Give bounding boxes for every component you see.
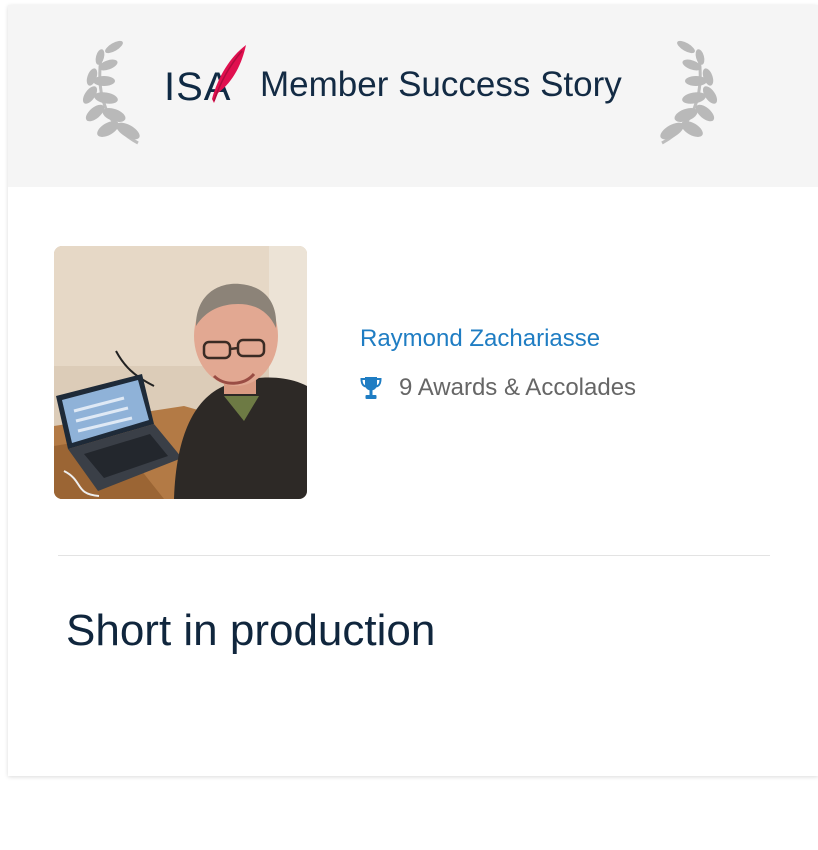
quill-pen-icon bbox=[212, 45, 246, 103]
member-photo bbox=[54, 246, 307, 499]
divider bbox=[58, 555, 770, 556]
story-title: Short in production bbox=[66, 606, 436, 655]
success-story-card: ISA Member Success Story Raymond Zachari… bbox=[8, 5, 818, 776]
laurel-right-icon bbox=[660, 40, 718, 145]
member-avatar[interactable] bbox=[54, 246, 307, 499]
member-name-link[interactable]: Raymond Zachariasse bbox=[360, 325, 600, 353]
isa-logo: ISA bbox=[164, 43, 248, 111]
awards-row: 9 Awards & Accolades bbox=[360, 374, 636, 402]
awards-count: 9 Awards & Accolades bbox=[399, 374, 637, 401]
trophy-icon bbox=[360, 377, 382, 399]
success-story-banner: ISA Member Success Story bbox=[8, 5, 818, 187]
banner-title: Member Success Story bbox=[260, 65, 622, 104]
laurel-left-icon bbox=[82, 40, 140, 145]
